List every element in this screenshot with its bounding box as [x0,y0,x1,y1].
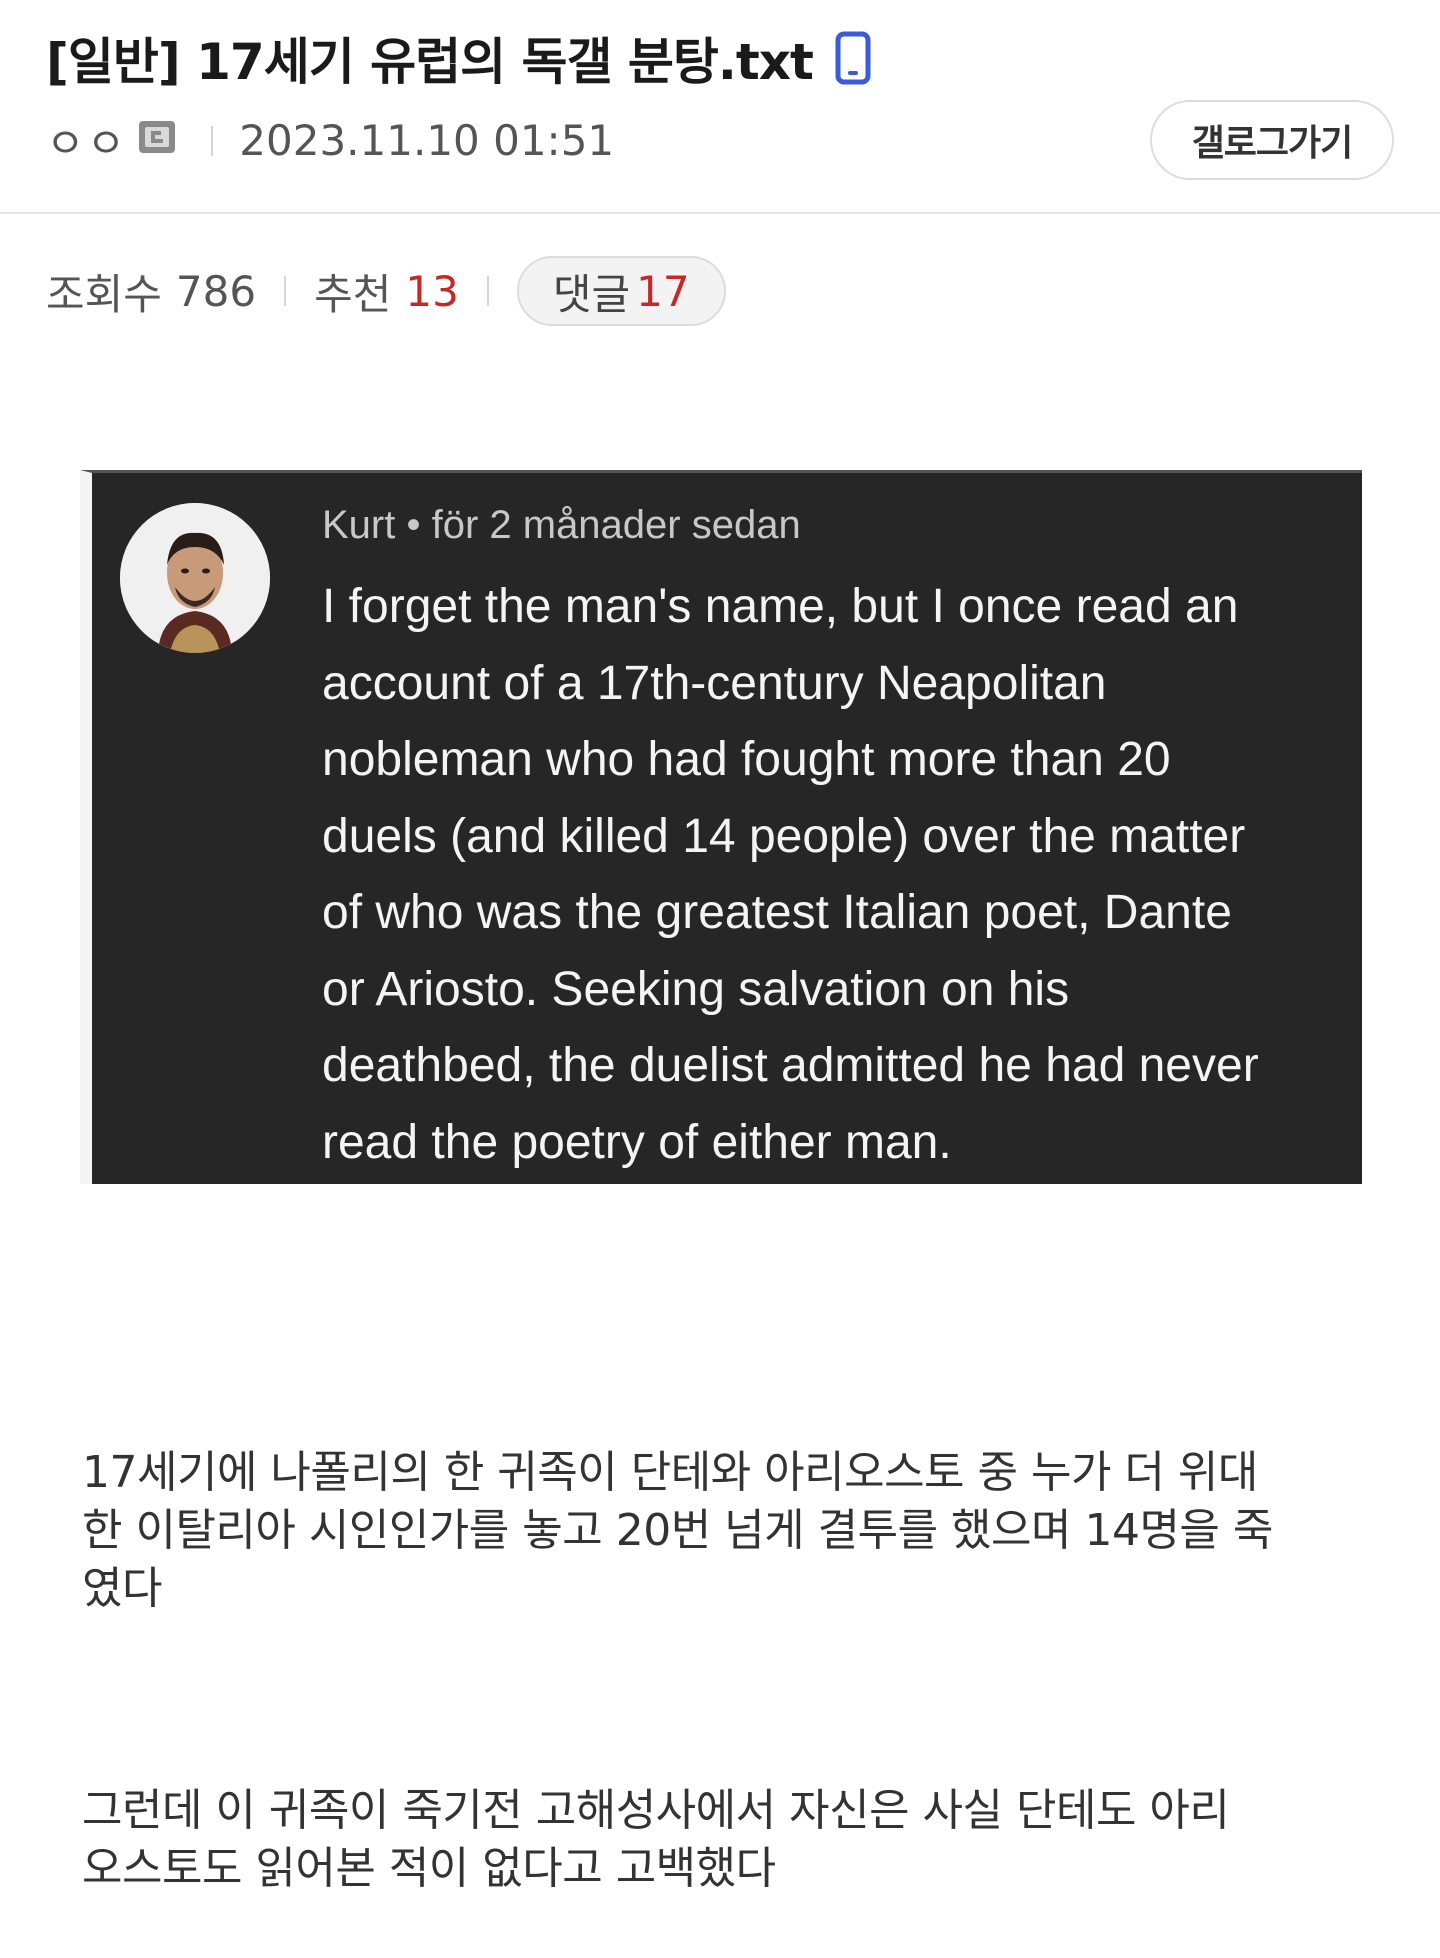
mobile-icon [835,31,871,85]
post-meta: ㅇㅇ 2023.11.10 01:51 [46,110,614,171]
body-line: 17세기에 나폴리의 한 귀족이 단테와 아리오스토 중 누가 더 위대 [82,1447,1258,1498]
divider [211,125,214,156]
views-count: 786 [175,266,257,316]
recommend-label: 추천 [314,269,392,319]
avatar [120,503,270,653]
embedded-screenshot: Kurt • för 2 månader sedan I forget the … [80,470,1362,1184]
reply-meta: Kurt • för 2 månader sedan [322,503,801,547]
post-title-row: [일반] 17세기 유럽의 독갤 분탕.txt [46,22,871,94]
fixed-nick-icon [137,116,177,153]
post-title: [일반] 17세기 유럽의 독갤 분탕.txt [46,33,814,91]
reply-line: deathbed, the duelist admitted he had ne… [322,1039,1259,1092]
recommend-count: 13 [405,266,459,316]
body-paragraph-1: 17세기에 나폴리의 한 귀족이 단테와 아리오스토 중 누가 더 위대 한 이… [82,1444,1273,1618]
author-name[interactable]: ㅇㅇ [46,110,127,171]
comments-button[interactable]: 댓글 17 [516,256,726,326]
divider [486,276,489,306]
body-line: 그런데 이 귀족이 죽기전 고해성사에서 자신은 사실 단테도 아리 [82,1785,1230,1836]
comments-label: 댓글 [552,269,631,319]
post-header: [일반] 17세기 유럽의 독갤 분탕.txt ㅇㅇ 2023.11.10 01… [0,0,1440,214]
body-line: 오스토도 읽어본 적이 없다고 고백했다 [82,1843,776,1894]
post-date: 2023.11.10 01:51 [239,116,615,165]
reply-text: I forget the man's name, but I once read… [322,569,1352,1181]
reply-line: or Ariosto. Seeking salvation on his [322,962,1070,1016]
body-paragraph-2: 그런데 이 귀족이 죽기전 고해성사에서 자신은 사실 단테도 아리 오스토도 … [82,1782,1230,1898]
reply-line: read the poetry of either man. [322,1115,952,1169]
comments-count: 17 [636,266,690,316]
post-stats: 조회수 786 추천 13 댓글 17 [46,256,726,326]
views-label: 조회수 [46,269,162,319]
reply-line: of who was the greatest Italian poet, Da… [322,886,1232,939]
body-line: 한 이탈리아 시인인가를 놓고 20번 넘게 결투를 했으며 14명을 죽 [82,1505,1273,1556]
reply-line: I forget the man's name, but I once read… [322,580,1239,633]
body-line: 였다 [82,1563,162,1614]
reply-line: account of a 17th-century Neapolitan [322,656,1107,710]
gallog-button[interactable]: 갤로그가기 [1150,100,1394,180]
reply-line: duels (and killed 14 people) over the ma… [322,809,1246,863]
divider [284,276,287,306]
reply-line: nobleman who had fought more than 20 [322,733,1171,786]
